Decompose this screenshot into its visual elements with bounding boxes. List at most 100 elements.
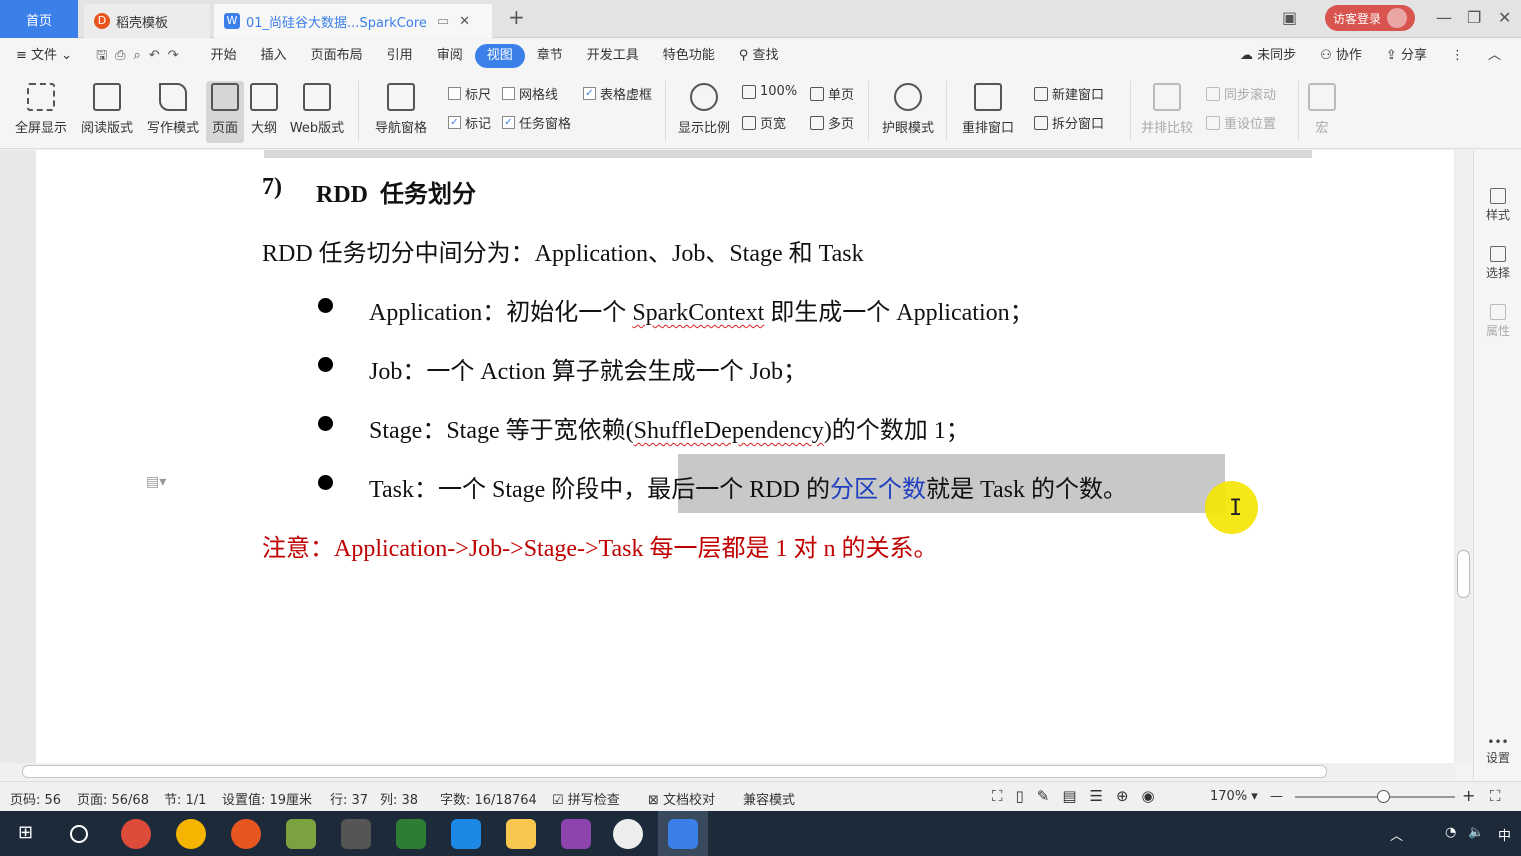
menu-devtools[interactable]: 开发工具 (575, 44, 651, 68)
windows-start-icon[interactable]: ⊞ (18, 822, 33, 843)
vertical-scroll-thumb[interactable] (1457, 550, 1470, 598)
collapse-ribbon-icon[interactable]: ︿ (1476, 44, 1521, 68)
select-panel-button[interactable]: 选择 (1474, 246, 1521, 281)
menu-features[interactable]: 特色功能 (651, 44, 727, 68)
new-tab-icon[interactable]: + (508, 5, 525, 29)
ruler-checkbox[interactable]: 标尺 (448, 84, 491, 103)
style-panel-button[interactable]: 样式 (1474, 188, 1521, 223)
paragraph-marker-icon[interactable]: ▤▾ (146, 474, 166, 490)
window-count-icon[interactable]: ▣ (1282, 8, 1297, 27)
spellcheck-word: ShuffleDependency (633, 418, 824, 444)
menu-insert[interactable]: 插入 (249, 44, 299, 68)
status-setting[interactable]: 设置值: 19厘米 (222, 789, 312, 808)
web-layout-button[interactable]: Web版式 (286, 81, 348, 143)
volume-icon[interactable]: 🔈 (1468, 825, 1484, 840)
tab-home[interactable]: 首页 (0, 0, 78, 38)
gridlines-checkbox[interactable]: 网格线 (502, 84, 558, 103)
collab-button[interactable]: ⚇ 协作 (1308, 44, 1374, 68)
new-window-button[interactable]: 新建窗口 (1034, 84, 1104, 103)
marks-checkbox[interactable]: ✓ 标记 (448, 113, 491, 132)
status-row[interactable]: 行: 37 (330, 789, 368, 808)
tablegrid-checkbox[interactable]: ✓ 表格虚框 (583, 84, 652, 103)
status-pages[interactable]: 页面: 56/68 (77, 789, 149, 808)
spell-check-icon: ☑ (552, 793, 564, 808)
login-button[interactable]: 访客登录 (1325, 5, 1415, 31)
bullet-text: Application：初始化一个 (369, 300, 633, 326)
spreadsheet-app-icon[interactable] (396, 819, 426, 849)
menu-review[interactable]: 审阅 (425, 44, 475, 68)
minimize-icon[interactable]: — (1436, 8, 1452, 27)
ime-indicator[interactable]: 中 (1498, 825, 1511, 844)
restore-icon[interactable]: ❐ (1467, 8, 1481, 27)
read-mode-label: 阅读版式 (80, 121, 133, 136)
share-button[interactable]: ⇪ 分享 (1374, 44, 1439, 68)
more-icon[interactable]: ⋮ (1439, 44, 1476, 68)
zoom-slider-thumb[interactable] (1377, 790, 1390, 803)
menu-start[interactable]: 开始 (199, 44, 249, 68)
quick-access-icons[interactable]: 🖫⎙⌕↶↷ (84, 44, 199, 68)
rearrange-window-button[interactable]: 重排窗口 (954, 81, 1022, 143)
spell-check-button[interactable]: ☑ 拼写检查 (552, 789, 620, 808)
tab-template[interactable]: D 稻壳模板 (84, 4, 210, 38)
chrome-icon[interactable] (121, 819, 151, 849)
taskpane-checkbox[interactable]: ✓ 任务窗格 (502, 113, 571, 132)
file-explorer-icon[interactable] (506, 819, 536, 849)
menu-view[interactable]: 视图 (474, 44, 525, 68)
menu-layout[interactable]: 页面布局 (299, 44, 375, 68)
menu-search[interactable]: ⚲ 查找 (727, 44, 791, 68)
status-page-code[interactable]: 页码: 56 (10, 789, 61, 808)
figure-app-icon[interactable] (341, 819, 371, 849)
menu-reference[interactable]: 引用 (375, 44, 425, 68)
multi-page-button[interactable]: 多页 (810, 113, 854, 132)
split-window-button[interactable]: 拆分窗口 (1034, 113, 1104, 132)
macro-button[interactable]: 宏 (1304, 81, 1340, 143)
write-mode-button[interactable]: 写作模式 (142, 81, 204, 143)
status-section[interactable]: 节: 1/1 (164, 789, 206, 808)
wifi-icon[interactable]: ◔ (1445, 825, 1456, 840)
sync-button[interactable]: ☁ 未同步 (1228, 44, 1308, 68)
properties-panel-button[interactable]: 属性 (1474, 304, 1521, 339)
side-by-side-button[interactable]: 并排比较 (1136, 81, 1198, 143)
single-page-button[interactable]: 单页 (810, 84, 854, 103)
fit-page-icon[interactable]: ⛶ (1490, 787, 1501, 805)
zoom-in-icon[interactable]: + (1462, 786, 1475, 805)
select-label: 选择 (1485, 266, 1510, 280)
vertical-scrollbar[interactable] (1455, 150, 1472, 763)
mf-app-icon[interactable] (176, 819, 206, 849)
page-view-button[interactable]: 页面 (206, 81, 244, 143)
spellcheck-word: SparkContext (632, 300, 765, 326)
horizontal-scroll-thumb[interactable] (22, 765, 1327, 778)
proofread-button[interactable]: ⊠ 文档校对 (648, 789, 715, 808)
wps-writer-icon[interactable] (668, 819, 698, 849)
status-col[interactable]: 列: 38 (380, 789, 418, 808)
reset-position-button[interactable]: 重设位置 (1206, 113, 1276, 132)
status-wordcount[interactable]: 字数: 16/18764 (440, 789, 537, 808)
eye-care-button[interactable]: 护眼模式 (876, 81, 940, 143)
read-mode-button[interactable]: 阅读版式 (76, 81, 138, 143)
snail-app-icon[interactable] (231, 819, 261, 849)
pin-icon[interactable]: ▭ (437, 14, 449, 29)
close-tab-icon[interactable]: ✕ (459, 14, 470, 29)
network-app-icon[interactable] (451, 819, 481, 849)
fullscreen-button[interactable]: 全屏显示 (10, 81, 72, 143)
search-circle-icon[interactable] (70, 825, 88, 843)
zoom-out-icon[interactable]: — (1270, 789, 1283, 804)
page-width-button[interactable]: 页宽 (742, 113, 786, 132)
menu-chapter[interactable]: 章节 (525, 44, 575, 68)
zoom-100-button[interactable]: 100% (742, 84, 797, 99)
settings-panel-button[interactable]: ••• 设置 (1474, 735, 1521, 766)
tab-document[interactable]: W 01_尚硅谷大数据...SparkCore ▭ ✕ (214, 4, 492, 38)
zoom-level[interactable]: 170% ▾ (1210, 789, 1258, 804)
zoom-ratio-button[interactable]: 显示比例 (673, 81, 735, 143)
outline-button[interactable]: 大纲 (246, 81, 282, 143)
close-window-icon[interactable]: ✕ (1498, 8, 1511, 27)
zoom-slider[interactable] (1295, 796, 1455, 798)
smiley-app-icon[interactable] (613, 819, 643, 849)
sync-scroll-button[interactable]: 同步滚动 (1206, 84, 1276, 103)
green-app-icon[interactable] (286, 819, 316, 849)
menu-file[interactable]: ≡ 文件 ⌄ (0, 44, 84, 68)
view-mode-icons[interactable]: ⛶▯✎▤☰⊕◉ (992, 787, 1168, 805)
tray-chevron-icon[interactable]: ︿ (1390, 825, 1403, 844)
nav-pane-button[interactable]: 导航窗格 (368, 81, 434, 143)
intellij-icon[interactable] (561, 819, 591, 849)
